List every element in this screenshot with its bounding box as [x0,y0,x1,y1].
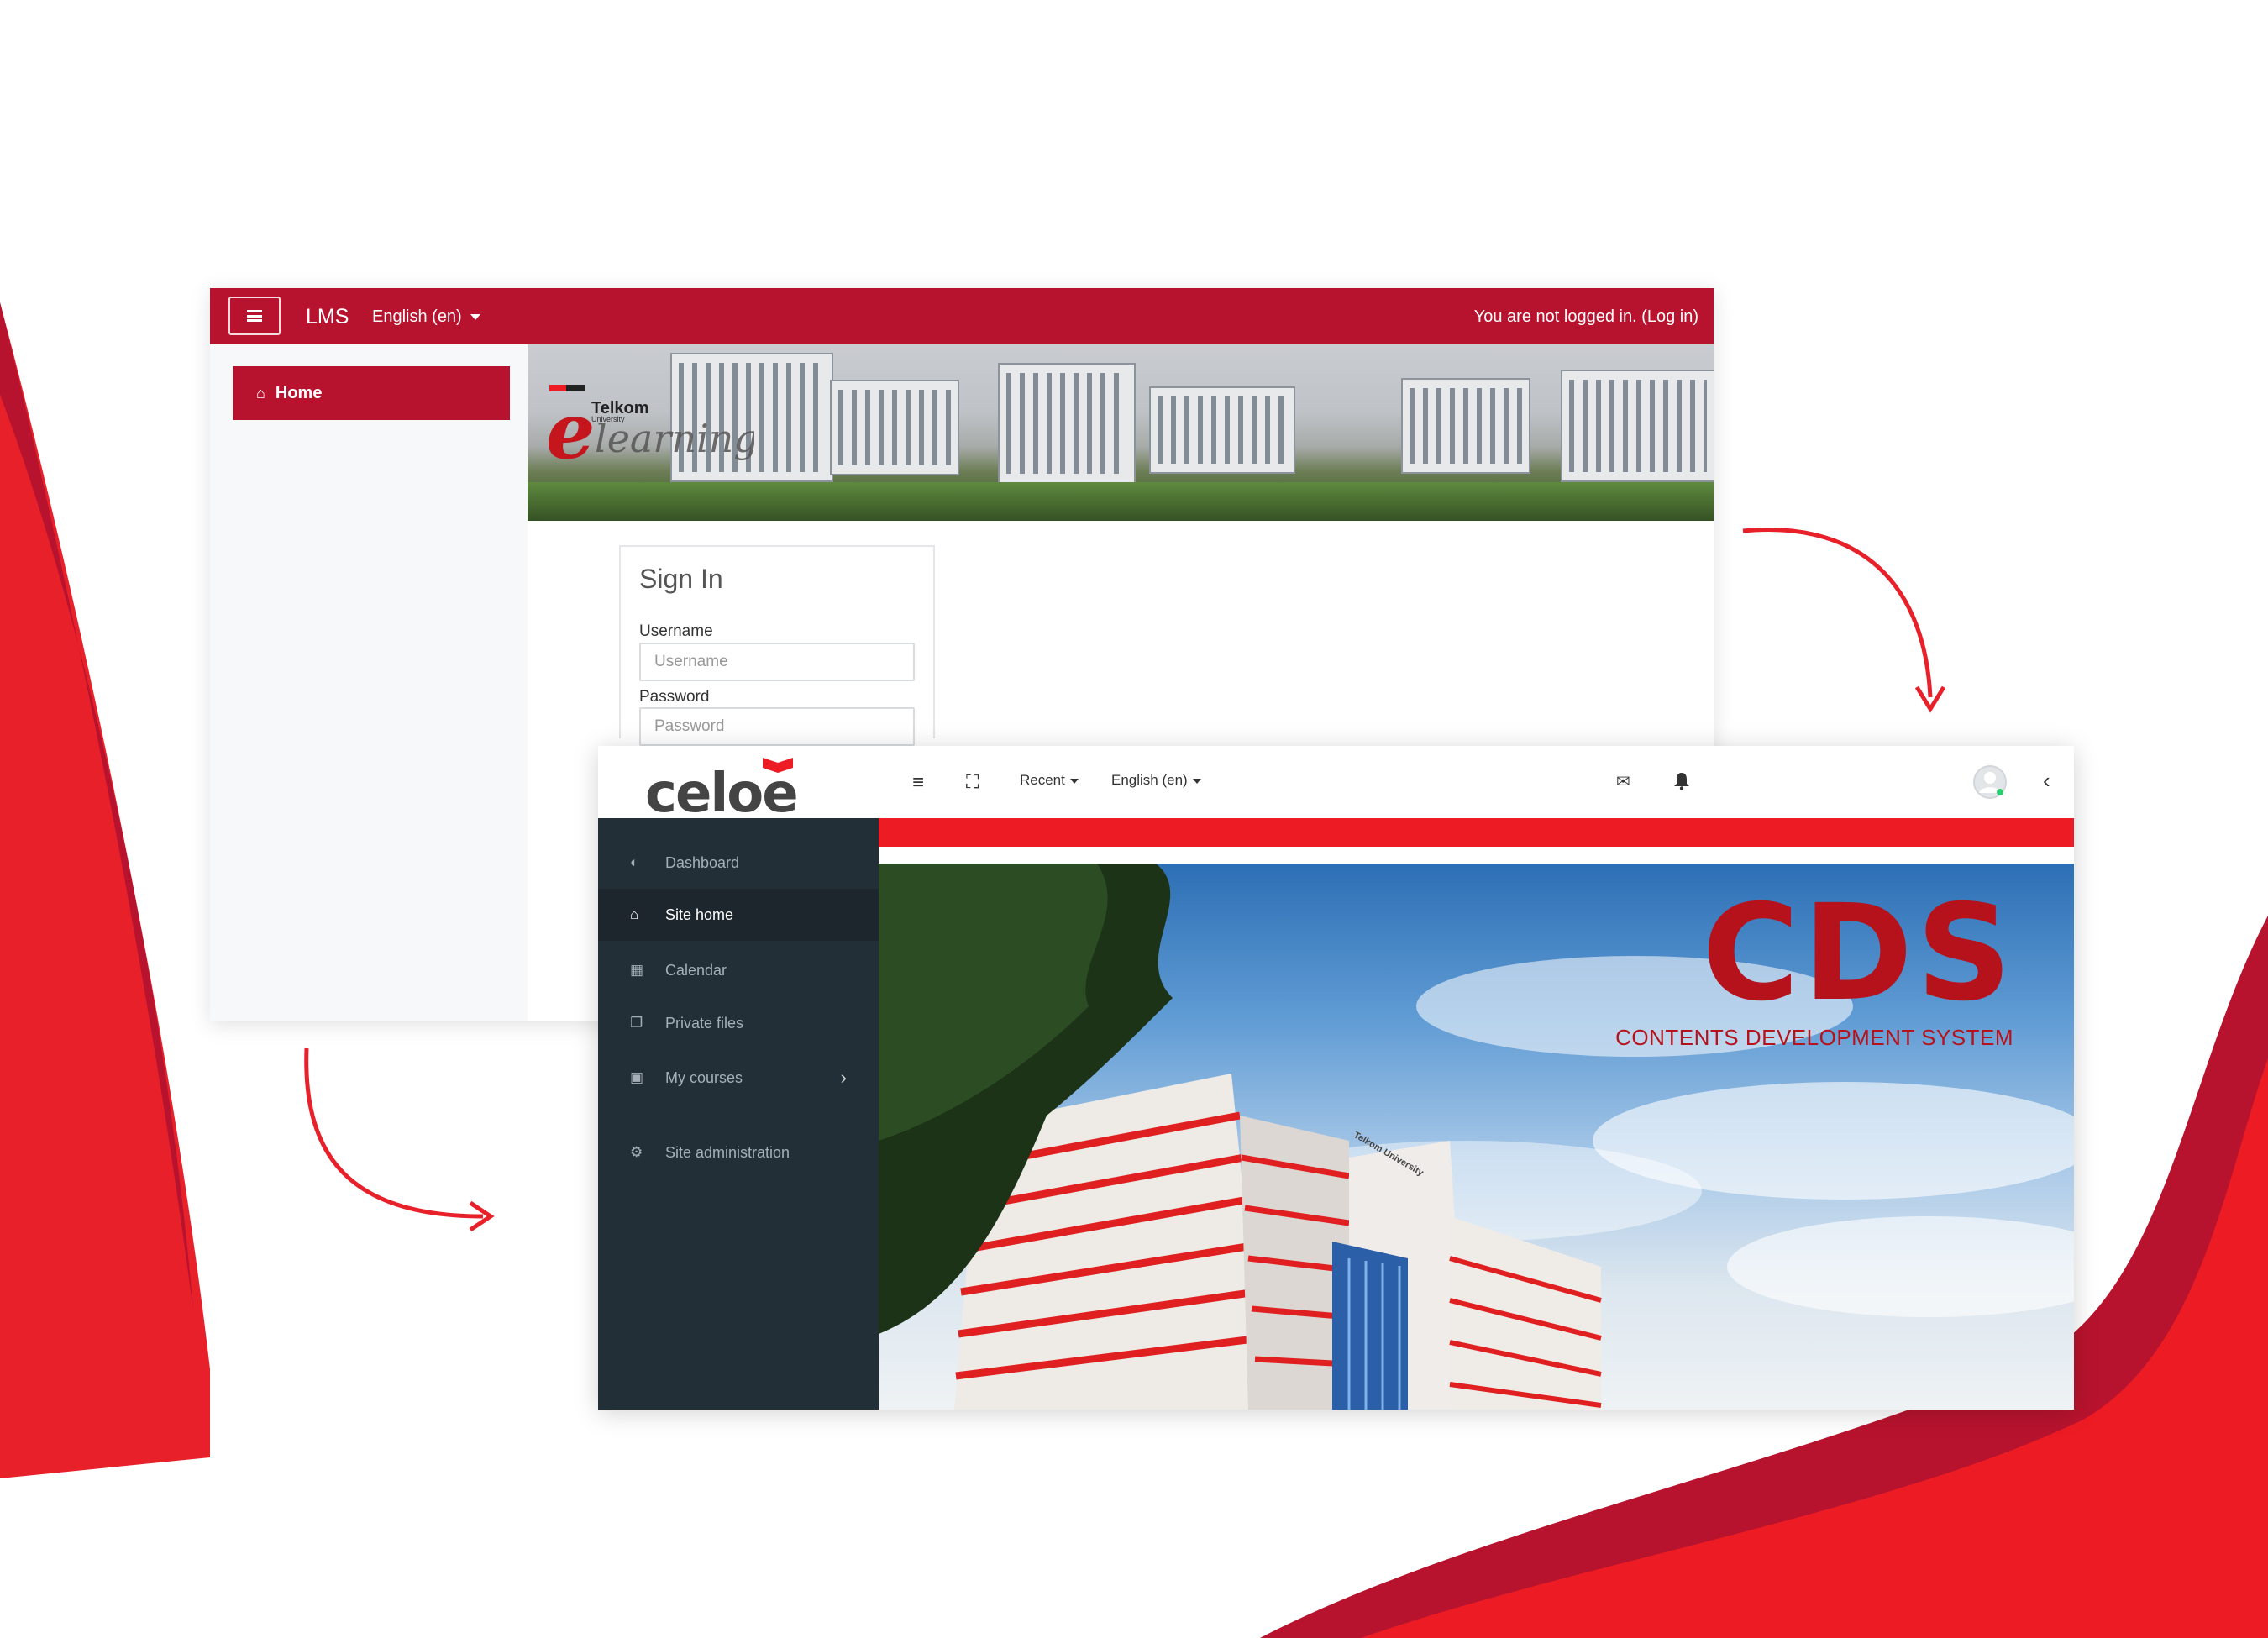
hamburger-icon[interactable]: ≡ [912,771,924,795]
grass-field [528,482,1714,521]
hero-banner: CDS CONTENTS DEVELOPMENT SYSTEM Telkom U… [879,864,2074,1410]
nav-home-label: Home [275,383,323,402]
signin-title: Sign In [639,564,723,594]
login-status[interactable]: You are not logged in. (Log in) [1474,307,1698,327]
password-input[interactable] [639,707,915,746]
hero-title: CDS [1702,876,2015,1031]
sidebar-item-site-home[interactable]: ⌂ Site home [598,889,879,941]
gear-icon: ⚙ [630,1144,643,1160]
accent-strip [879,818,2074,847]
caret-down-icon [1192,778,1201,784]
celoe-logo-text: celoe [645,763,797,818]
files-icon: ❐ [630,1015,643,1031]
arrow-left-right [304,1047,484,1219]
sidebar-item-label: Private files [665,1014,744,1032]
envelope-icon[interactable]: ✉ [1616,771,1630,792]
caret-down-icon [1069,778,1079,784]
building-image [1149,386,1295,474]
language-label: English (en) [372,307,462,326]
archive-icon: ▣ [630,1069,644,1085]
celoe-sidebar: ◐ Dashboard ⌂ Site home ▦ Calendar ❐ Pri… [598,818,879,1410]
language-label: English (en) [1111,772,1188,788]
sidebar-item-calendar[interactable]: ▦ Calendar [598,944,879,996]
recent-dropdown[interactable]: Recent [1020,772,1079,789]
home-icon: ⌂ [630,906,639,922]
celoe-header: celoe ≡ ⛶ Recent English (en) ✉ ‹ [598,746,2074,819]
caret-down-icon [470,314,480,321]
recent-label: Recent [1020,772,1065,788]
sidebar-item-label: Dashboard [665,853,740,871]
nav-home[interactable]: ⌂ Home [233,366,510,420]
elearning-logo: e Telkom University learning [546,385,754,470]
sidebar-item-site-administration[interactable]: ⚙ Site administration [598,1126,879,1179]
building-image [1561,370,1714,482]
sidebar-item-private-files[interactable]: ❐ Private files [598,997,879,1049]
hamburger-icon [247,310,262,322]
password-label: Password [639,688,710,706]
celoe-window: celoe ≡ ⛶ Recent English (en) ✉ ‹ ◐ Dash… [598,746,2074,1410]
signin-card: Sign In Username Password [619,545,935,746]
building-image [1401,378,1530,474]
building-image [998,363,1136,484]
username-input[interactable] [639,643,915,681]
sidebar-item-label: Site administration [665,1143,790,1161]
sidebar-item-my-courses[interactable]: ▣ My courses › [598,1052,879,1104]
lms-navbar: LMS English (en) You are not logged in. … [210,288,1714,344]
campus-banner: e Telkom University learning [528,344,1714,521]
arrow-right-down [1742,528,1933,698]
hero-subtitle: CONTENTS DEVELOPMENT SYSTEM [1615,1025,2013,1050]
lms-brand[interactable]: LMS [306,305,349,329]
username-label: Username [639,622,713,640]
svg-text:e: e [546,386,596,470]
sidebar-item-label: Calendar [665,961,727,979]
lms-sidebar: ⌂ Home [210,344,528,1021]
sidebar-item-label: My courses [665,1068,743,1086]
fullscreen-icon[interactable]: ⛶ [966,771,979,793]
language-select[interactable]: English (en) [372,307,480,327]
chevron-left-icon[interactable]: ‹ [2043,768,2050,794]
bell-icon[interactable] [1673,772,1690,790]
celoe-logo[interactable]: celoe [645,748,832,818]
calendar-icon: ▦ [630,962,644,978]
building-image [830,380,959,475]
svg-text:learning: learning [595,416,754,461]
language-dropdown[interactable]: English (en) [1111,772,1201,789]
sidebar-item-label: Site home [665,906,734,923]
chevron-right-icon: › [840,1067,847,1088]
home-icon: ⌂ [256,384,265,402]
sidebar-item-dashboard[interactable]: ◐ Dashboard [598,837,879,889]
avatar[interactable] [1972,764,2008,800]
dashboard-icon: ◐ [630,854,639,870]
menu-toggle-button[interactable] [228,297,281,335]
